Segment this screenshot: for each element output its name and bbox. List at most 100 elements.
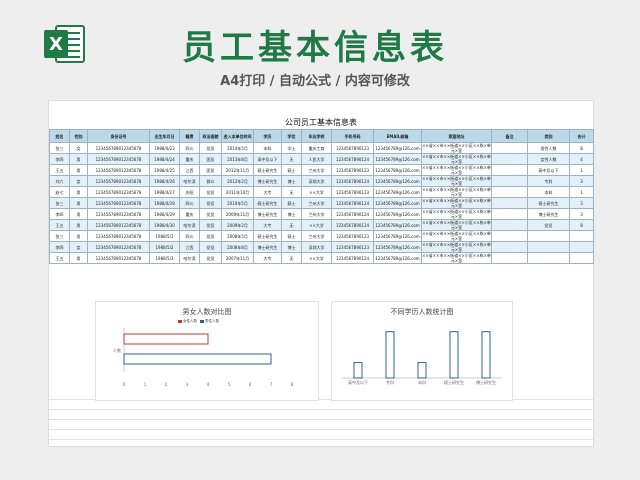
table-cell[interactable]: 江西 [179,241,200,253]
table-cell[interactable]: 男 [69,219,88,231]
table-cell[interactable]: 123456789@126.com [373,219,422,231]
table-cell[interactable]: ××省××市××街道××小区××栋×单元×室 [421,197,492,209]
table-cell[interactable]: 12345678901​24 [331,175,374,187]
table-cell[interactable] [491,230,528,242]
column-header[interactable]: 出生年月日 [149,129,180,143]
table-cell[interactable]: 女性人数 [527,153,570,165]
table-cell[interactable]: 李四 [49,153,70,165]
table-cell[interactable]: 12345678901​23 [331,241,374,253]
table-cell[interactable]: 本科 [253,142,282,154]
table-cell[interactable]: 团员 [199,164,222,176]
table-cell[interactable]: 女 [69,175,88,187]
table-cell[interactable] [491,186,528,198]
table-cell[interactable]: 大专 [253,252,282,264]
table-cell[interactable]: 2010年5月 [221,197,254,209]
table-cell[interactable]: 1988/4/26 [149,175,180,187]
table-cell[interactable]: 1988/4/30 [149,219,180,231]
column-header[interactable]: 学历 [253,129,282,143]
table-cell[interactable] [527,241,570,253]
column-header[interactable]: 姓名 [49,129,70,143]
table-cell[interactable]: 123456789012345678 [87,252,150,264]
table-cell[interactable]: 4 [569,153,594,165]
table-cell[interactable]: 博士研究生 [253,208,282,220]
table-cell[interactable]: 女 [69,142,88,154]
table-cell[interactable]: 张三 [49,230,70,242]
table-cell[interactable]: 12345678901​24 [331,197,374,209]
table-cell[interactable]: 党员 [199,197,222,209]
table-cell[interactable] [527,230,570,242]
table-cell[interactable]: 党员 [199,219,222,231]
table-cell[interactable] [491,153,528,165]
table-cell[interactable]: ××省××市××街道××小区××栋×单元×室 [421,186,492,198]
table-cell[interactable] [491,142,528,154]
table-cell[interactable]: 无 [281,186,302,198]
table-cell[interactable] [491,219,528,231]
table-cell[interactable]: 江西 [179,164,200,176]
table-cell[interactable]: 男 [69,186,88,198]
table-cell[interactable]: 党员 [199,252,222,264]
table-cell[interactable]: 123456789012345678 [87,219,150,231]
table-cell[interactable]: 硕士 [281,197,302,209]
table-cell[interactable]: 8 [569,219,594,231]
table-cell[interactable]: 1988/4/27 [149,186,180,198]
column-header[interactable]: 备注 [491,129,528,143]
table-cell[interactable]: 大专 [253,219,282,231]
table-cell[interactable]: 女 [69,241,88,253]
table-cell[interactable]: ××省××市××街道××小区××栋×单元×室 [421,230,492,242]
column-header[interactable]: 籍贯 [179,129,200,143]
table-cell[interactable]: 123456789012345678 [87,164,150,176]
table-cell[interactable]: 123456789@126.com [373,197,422,209]
table-cell[interactable]: 四川 [179,197,200,209]
table-cell[interactable]: 庆阳 [179,186,200,198]
table-cell[interactable]: 1 [569,186,594,198]
table-cell[interactable]: 2014年5月 [221,142,254,154]
table-cell[interactable]: 重庆 [179,153,200,165]
table-cell[interactable]: 张三 [49,142,70,154]
table-cell[interactable]: 3 [569,175,594,187]
table-cell[interactable]: 2012年11月 [221,164,254,176]
table-cell[interactable]: 12345678901​24 [331,153,374,165]
table-cell[interactable]: ××大学 [301,252,332,264]
table-cell[interactable]: 兰州大学 [301,230,332,242]
table-cell[interactable]: 12345678901​23 [331,142,374,154]
table-cell[interactable]: ××省××市××街道××小区××栋×单元×室 [421,175,492,187]
table-cell[interactable]: 无 [281,219,302,231]
table-cell[interactable]: 123456789012345678 [87,153,150,165]
table-cell[interactable]: 男 [69,164,88,176]
table-cell[interactable]: 硕士 [281,164,302,176]
table-cell[interactable]: ××省××市××街道××小区××栋×单元×室 [421,241,492,253]
table-cell[interactable]: 李四 [49,208,70,220]
table-cell[interactable]: 张三 [49,197,70,209]
column-header[interactable]: 毕业学校 [301,129,332,143]
table-cell[interactable]: 党员 [199,208,222,220]
table-cell[interactable]: 1 [569,164,594,176]
table-cell[interactable]: 博士研究生 [253,241,282,253]
table-cell[interactable]: 123456789@126.com [373,164,422,176]
table-cell[interactable]: 123456789012345678 [87,241,150,253]
column-header[interactable]: 政治面貌 [199,129,222,143]
table-cell[interactable]: 1988/5/3 [149,252,180,264]
table-cell[interactable] [569,241,594,253]
table-cell[interactable]: 重庆 [179,208,200,220]
table-cell[interactable]: 1988/5/1 [149,230,180,242]
table-cell[interactable]: 学士 [281,142,302,154]
table-cell[interactable]: 硕士 [281,230,302,242]
table-cell[interactable]: 哈尔滨 [179,175,200,187]
table-cell[interactable]: 12345678901​24 [331,219,374,231]
table-cell[interactable] [569,252,594,264]
table-cell[interactable]: ××大学 [301,219,332,231]
table-cell[interactable]: 深圳大学 [301,175,332,187]
table-cell[interactable]: 硕士研究生 [253,197,282,209]
table-cell[interactable]: 1988/5/2 [149,241,180,253]
table-cell[interactable]: 博士研究生 [527,208,570,220]
table-cell[interactable]: 四川 [179,230,200,242]
table-cell[interactable]: 12345678901​23 [331,186,374,198]
table-cell[interactable]: 123456789012345678 [87,208,150,220]
table-cell[interactable] [491,197,528,209]
table-cell[interactable]: 大专 [253,186,282,198]
column-header[interactable]: 家庭地址 [421,129,492,143]
table-cell[interactable]: 本科 [527,186,570,198]
table-cell[interactable]: 123456789@126.com [373,175,422,187]
table-cell[interactable]: 12345678901​24 [331,208,374,220]
table-cell[interactable]: 8 [569,142,594,154]
